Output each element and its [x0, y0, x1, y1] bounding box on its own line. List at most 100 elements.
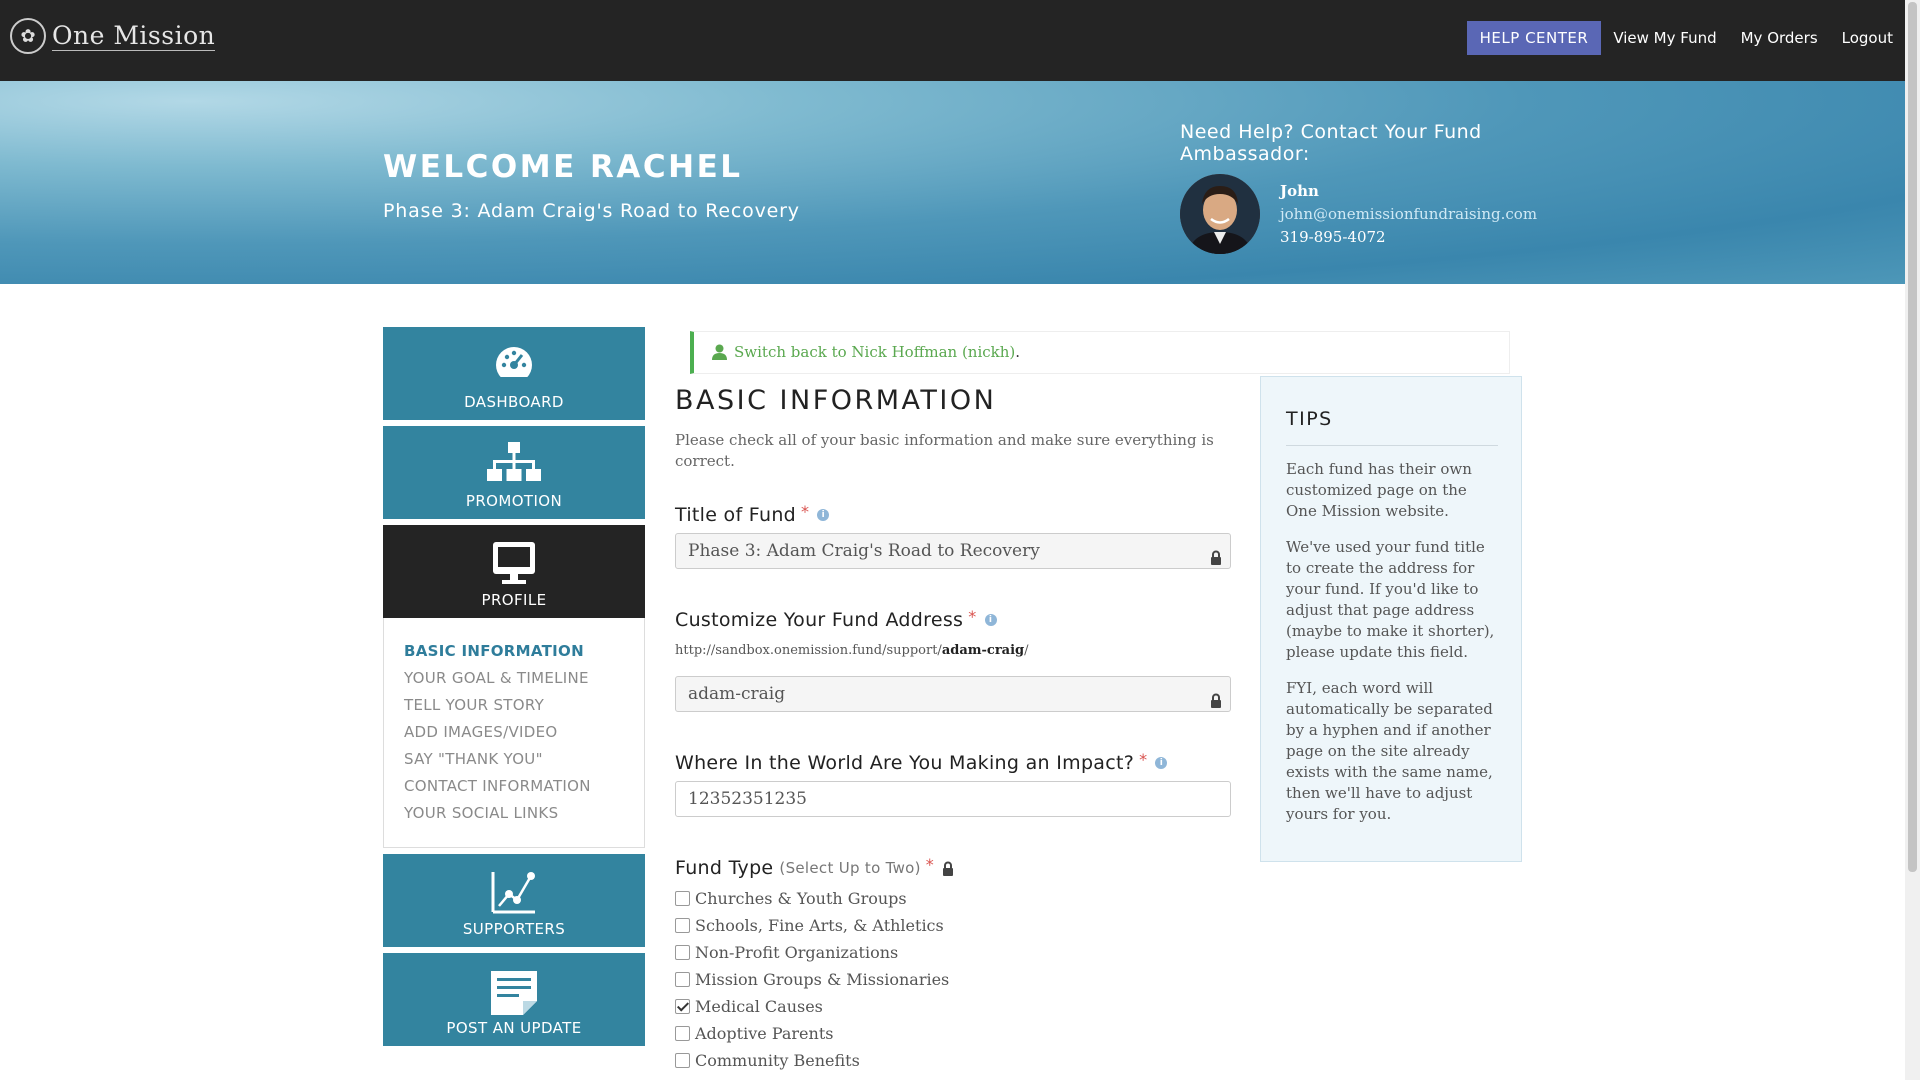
- page-scrollbar[interactable]: [1905, 0, 1920, 1080]
- profile-subnav: BASIC INFORMATION YOUR GOAL & TIMELINE T…: [383, 618, 645, 848]
- note-icon: [383, 969, 645, 1015]
- page-title: BASIC INFORMATION: [675, 385, 997, 416]
- monitor-icon: [383, 541, 645, 585]
- scrollbar-thumb[interactable]: [1908, 2, 1917, 872]
- ambassador-name: John: [1280, 182, 1319, 200]
- address-slug: adam-craig: [941, 643, 1025, 658]
- ambassador-phone: 319-895-4072: [1280, 228, 1386, 246]
- field-label-text: Customize Your Fund Address: [675, 609, 964, 631]
- fund-type-hint: (Select Up to Two): [779, 859, 921, 877]
- title-of-fund-value: Phase 3: Adam Craig's Road to Recovery: [688, 541, 1040, 561]
- one-mission-logo[interactable]: ✿ One Mission: [10, 18, 216, 54]
- option-label: Medical Causes: [695, 997, 823, 1016]
- fund-subtitle: Phase 3: Adam Craig's Road to Recovery: [383, 200, 800, 222]
- switch-user-notice: Switch back to Nick Hoffman (nickh).: [690, 331, 1510, 374]
- impact-location-label: Where In the World Are You Making an Imp…: [675, 749, 1231, 774]
- tips-body: Each fund has their own customized page …: [1286, 459, 1501, 840]
- fund-type-option[interactable]: Mission Groups & Missionaries: [675, 966, 1231, 993]
- checkbox[interactable]: [675, 918, 690, 933]
- subnav-contact-information[interactable]: CONTACT INFORMATION: [404, 773, 644, 800]
- sidebar-label: PROMOTION: [465, 492, 563, 510]
- subnav-add-images-video[interactable]: ADD IMAGES/VIDEO: [404, 719, 644, 746]
- sidebar-label: SUPPORTERS: [462, 920, 566, 938]
- welcome-banner: WELCOME RACHEL Phase 3: Adam Craig's Roa…: [0, 81, 1905, 284]
- sidebar-item-promotion[interactable]: PROMOTION: [383, 426, 645, 519]
- required-marker: *: [1139, 749, 1148, 769]
- subnav-basic-information[interactable]: BASIC INFORMATION: [404, 638, 644, 665]
- address-prefix: http://sandbox.onemission.fund/support/: [675, 643, 942, 658]
- fund-type-option[interactable]: Churches & Youth Groups: [675, 885, 1231, 912]
- form-intro: Please check all of your basic informati…: [675, 431, 1214, 470]
- fund-address-value: adam-craig: [688, 684, 786, 704]
- subnav-say-thank-you[interactable]: SAY "THANK YOU": [404, 746, 644, 773]
- sidebar-label: PROFILE: [481, 591, 547, 609]
- lock-icon: [1210, 686, 1222, 720]
- tips-divider: [1286, 445, 1498, 446]
- person-icon: [712, 344, 727, 364]
- fund-type-label: Fund Type (Select Up to Two) *: [675, 854, 1231, 879]
- subnav-goal-timeline[interactable]: YOUR GOAL & TIMELINE: [404, 665, 644, 692]
- view-my-fund-link[interactable]: View My Fund: [1601, 21, 1728, 55]
- top-navigation-bar: ✿ One Mission HELP CENTER View My Fund M…: [0, 0, 1905, 81]
- info-icon[interactable]: i: [1155, 757, 1168, 769]
- fund-type-option[interactable]: Adoptive Parents: [675, 1020, 1231, 1047]
- option-label: Schools, Fine Arts, & Athletics: [695, 916, 944, 935]
- fund-type-option[interactable]: Schools, Fine Arts, & Athletics: [675, 912, 1231, 939]
- fund-type-option[interactable]: Community Benefits: [675, 1047, 1231, 1074]
- fund-address-input: adam-craig: [675, 676, 1231, 712]
- fund-address-preview: http://sandbox.onemission.fund/support/a…: [675, 643, 1231, 658]
- checkbox[interactable]: [675, 891, 690, 906]
- fund-type-option[interactable]: Medical Causes: [675, 993, 1231, 1020]
- dashboard-icon: [383, 343, 645, 387]
- tips-heading: TIPS: [1286, 408, 1333, 430]
- lock-icon: [942, 861, 954, 876]
- lock-icon: [1210, 543, 1222, 577]
- impact-location-input[interactable]: 12352351235: [675, 781, 1231, 817]
- address-suffix: /: [1024, 643, 1029, 658]
- info-icon[interactable]: i: [984, 614, 997, 626]
- org-chart-icon: [383, 442, 645, 486]
- welcome-heading: WELCOME RACHEL: [383, 149, 743, 185]
- sidebar-label: POST AN UPDATE: [446, 1019, 582, 1037]
- sidebar-item-post-update[interactable]: POST AN UPDATE: [383, 953, 645, 1046]
- field-label-text: Fund Type: [675, 857, 774, 879]
- checkbox-checked[interactable]: [675, 999, 690, 1014]
- switch-back-link[interactable]: Switch back to Nick Hoffman (nickh): [734, 343, 1015, 361]
- required-marker: *: [925, 854, 935, 874]
- field-label-text: Title of Fund: [675, 504, 797, 526]
- title-of-fund-label: Title of Fund * i: [675, 501, 1231, 526]
- field-label-text: Where In the World Are You Making an Imp…: [675, 752, 1135, 774]
- checkbox[interactable]: [675, 945, 690, 960]
- logout-link[interactable]: Logout: [1830, 21, 1905, 55]
- ambassador-help-heading: Need Help? Contact Your Fund Ambassador:: [1180, 121, 1482, 165]
- fund-address-label: Customize Your Fund Address * i: [675, 606, 1231, 631]
- option-label: Non-Profit Organizations: [695, 943, 899, 962]
- header-nav: HELP CENTER View My Fund My Orders Logou…: [1466, 21, 1905, 55]
- ambassador-avatar: [1180, 174, 1260, 254]
- subnav-social-links[interactable]: YOUR SOCIAL LINKS: [404, 800, 644, 827]
- checkbox[interactable]: [675, 1026, 690, 1041]
- subnav-tell-your-story[interactable]: TELL YOUR STORY: [404, 692, 644, 719]
- checkbox[interactable]: [675, 972, 690, 987]
- tips-panel: TIPS Each fund has their own customized …: [1260, 376, 1522, 862]
- notice-period: .: [1015, 343, 1021, 361]
- fund-type-option[interactable]: Non-Profit Organizations: [675, 939, 1231, 966]
- info-icon[interactable]: i: [817, 509, 830, 521]
- option-label: Adoptive Parents: [695, 1024, 834, 1043]
- sidebar-label: DASHBOARD: [464, 393, 564, 411]
- logo-text: One Mission: [52, 20, 216, 51]
- required-marker: *: [968, 606, 977, 626]
- sidebar-item-profile[interactable]: PROFILE: [383, 525, 645, 618]
- logo-emblem-icon: ✿: [10, 18, 46, 54]
- help-center-button[interactable]: HELP CENTER: [1466, 21, 1602, 55]
- required-marker: *: [801, 501, 810, 521]
- my-orders-link[interactable]: My Orders: [1729, 21, 1830, 55]
- growth-chart-icon: [383, 870, 645, 914]
- option-label: Churches & Youth Groups: [695, 889, 907, 908]
- sidebar-item-supporters[interactable]: SUPPORTERS: [383, 854, 645, 947]
- sidebar-item-dashboard[interactable]: DASHBOARD: [383, 327, 645, 420]
- tip-paragraph: Each fund has their own customized page …: [1286, 460, 1472, 520]
- option-label: Community Benefits: [695, 1051, 860, 1070]
- ambassador-email-link[interactable]: john@onemissionfundraising.com: [1280, 205, 1537, 223]
- checkbox[interactable]: [675, 1053, 690, 1068]
